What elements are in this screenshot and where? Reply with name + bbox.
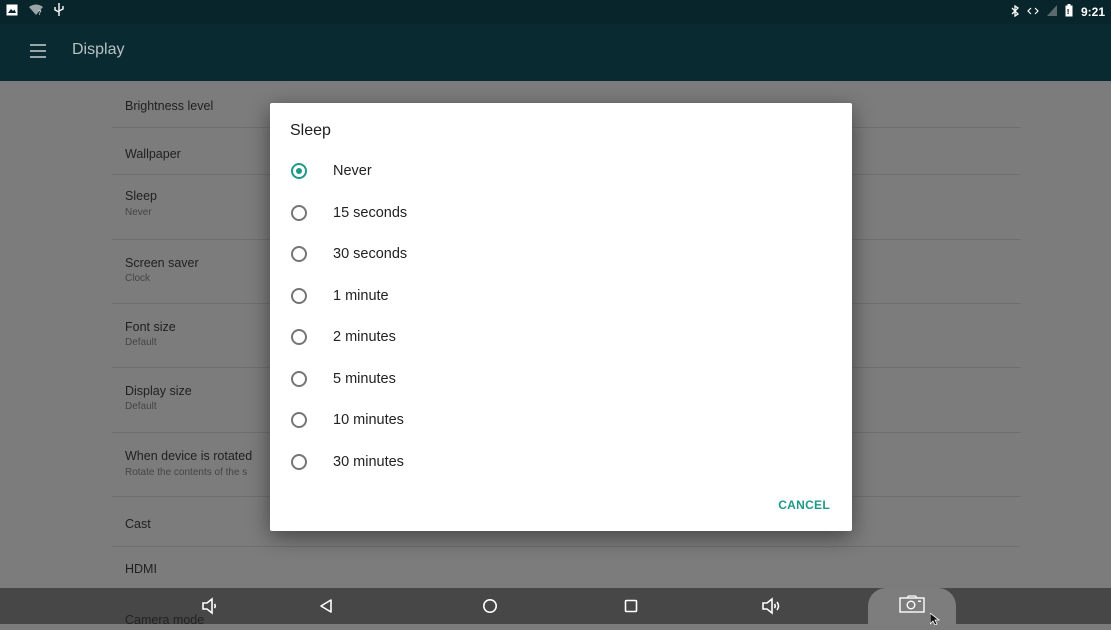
setting-subtitle: Clock [125, 273, 151, 284]
setting-hdmi[interactable]: HDMI [112, 547, 1020, 587]
setting-subtitle: Rotate the contents of the s [125, 467, 248, 478]
dialog-title: Sleep [290, 122, 331, 139]
svg-text:!: ! [1066, 8, 1069, 16]
option-label: 10 minutes [333, 412, 404, 428]
usb-icon [54, 3, 64, 21]
setting-camera-mode[interactable]: Camera mode [125, 613, 204, 627]
option-label: 30 minutes [333, 454, 404, 470]
data-arrows-icon [1027, 5, 1039, 19]
menu-icon[interactable] [30, 44, 46, 58]
radio-button[interactable] [291, 329, 307, 345]
sleep-dialog: Sleep Never 15 seconds 30 seconds 1 minu… [270, 103, 852, 531]
bluetooth-icon [1011, 4, 1019, 20]
radio-button[interactable] [291, 246, 307, 262]
svg-text:?: ? [38, 9, 42, 16]
setting-title: When device is rotated [125, 449, 253, 463]
sleep-option-1-minute[interactable]: 1 minute [290, 281, 830, 311]
recents-button[interactable] [609, 588, 653, 624]
option-label: 30 seconds [333, 246, 408, 262]
recents-icon [624, 599, 638, 613]
screenshot-button[interactable] [868, 588, 956, 624]
radio-button[interactable] [291, 371, 307, 387]
setting-title: Cast [125, 517, 151, 531]
setting-title: Sleep [125, 189, 157, 203]
setting-title: Screen saver [125, 256, 199, 270]
setting-title: HDMI [125, 562, 157, 576]
volume-up-icon [761, 597, 783, 615]
sleep-option-10-minutes[interactable]: 10 minutes [290, 405, 830, 435]
home-icon [482, 598, 498, 614]
setting-title: Font size [125, 320, 176, 334]
mouse-pointer-icon [929, 612, 941, 630]
cancel-button[interactable]: CANCEL [778, 498, 830, 512]
volume-up-button[interactable] [750, 588, 794, 624]
option-label: Never [333, 163, 372, 179]
sleep-option-5-minutes[interactable]: 5 minutes [290, 364, 830, 394]
sleep-option-2-minutes[interactable]: 2 minutes [290, 322, 830, 352]
sleep-option-never[interactable]: Never [290, 156, 830, 186]
option-label: 1 minute [333, 288, 389, 304]
battery-icon: ! [1065, 4, 1073, 20]
setting-title: Display size [125, 384, 192, 398]
no-signal-icon [1046, 5, 1057, 19]
image-icon [6, 3, 18, 21]
radio-button[interactable] [291, 454, 307, 470]
status-bar: ? ! 9:21 [0, 0, 1111, 24]
setting-subtitle: Default [125, 401, 157, 412]
sleep-option-30-minutes[interactable]: 30 minutes [290, 447, 830, 477]
option-label: 2 minutes [333, 329, 396, 345]
sleep-option-30-seconds[interactable]: 30 seconds [290, 239, 830, 269]
setting-title: Wallpaper [125, 147, 181, 161]
page-title: Display [72, 41, 125, 58]
screenshot-icon [899, 594, 925, 618]
option-label: 5 minutes [333, 371, 396, 387]
home-button[interactable] [468, 588, 512, 624]
app-bar: Display [0, 24, 1111, 81]
wifi-question-icon: ? [28, 3, 44, 21]
back-button[interactable] [304, 588, 348, 624]
setting-title: Brightness level [125, 99, 214, 113]
status-time: 9:21 [1080, 5, 1105, 19]
radio-button[interactable] [291, 412, 307, 428]
back-icon [318, 598, 334, 614]
radio-button[interactable] [291, 288, 307, 304]
option-label: 15 seconds [333, 205, 408, 221]
sleep-option-15-seconds[interactable]: 15 seconds [290, 198, 830, 228]
setting-subtitle: Default [125, 337, 157, 348]
setting-subtitle: Never [125, 207, 152, 218]
radio-button-selected[interactable] [291, 163, 307, 179]
radio-button[interactable] [291, 205, 307, 221]
